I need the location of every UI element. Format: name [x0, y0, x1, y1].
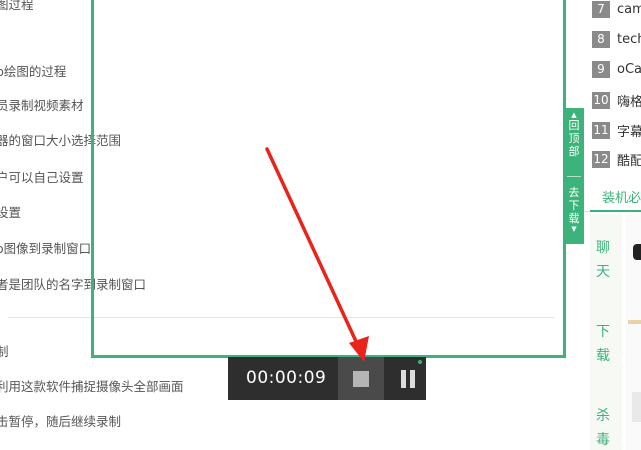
pause-icon: [401, 369, 406, 388]
rank-number: 10: [592, 91, 610, 109]
category-label: 毒: [596, 432, 610, 448]
article-line: 击暂停，随后继续录制: [0, 414, 122, 429]
app-thumbnail[interactable]: [628, 320, 641, 324]
rank-title[interactable]: 酷配: [617, 150, 641, 169]
recording-timer: 00:00:09: [246, 368, 327, 388]
ranking-item[interactable]: 7 cam: [592, 0, 641, 18]
stop-icon: [353, 370, 369, 387]
back-to-top-label: 部: [568, 145, 580, 158]
ranking-item[interactable]: 9 oCa: [592, 60, 641, 78]
article-line: 员录制视频素材: [0, 98, 84, 113]
stop-recording-button[interactable]: [338, 357, 384, 400]
ranking-item[interactable]: 8 tech: [592, 30, 641, 48]
rank-number: 8: [592, 30, 610, 48]
tab-separator: [567, 176, 581, 177]
category-label: 天: [596, 264, 610, 280]
category-label: 载: [596, 348, 610, 364]
category-label: 下: [596, 324, 610, 340]
recording-region-frame[interactable]: [91, 0, 566, 358]
back-to-top-button[interactable]: ▲ 回 顶 部: [564, 111, 584, 158]
status-dot: [418, 360, 422, 364]
category-download[interactable]: 下 载: [596, 320, 612, 368]
rank-number: 11: [592, 121, 610, 139]
category-chat[interactable]: 聊 天: [596, 236, 612, 284]
rank-title[interactable]: tech: [617, 32, 641, 47]
ranking-item[interactable]: 11 字幕: [592, 121, 641, 140]
rank-number: 12: [592, 150, 610, 168]
go-download-label: 去: [568, 186, 580, 199]
app-thumbnail[interactable]: [632, 392, 641, 422]
back-to-top-label: 顶: [568, 132, 580, 145]
article-line: 利用这款软件捕捉摄像头全部画面: [0, 379, 184, 394]
up-arrow-icon: ▲: [571, 111, 577, 119]
article-line: 制: [0, 344, 9, 359]
rank-number: 7: [592, 0, 610, 18]
article-line: 户可以自己设置: [0, 170, 84, 185]
article-line: p绘图的过程: [0, 64, 67, 79]
floating-side-tab: ▲ 回 顶 部 去 下 载 ▼: [564, 108, 584, 244]
rank-title[interactable]: 字幕: [617, 121, 641, 140]
category-label: 聊: [596, 240, 610, 256]
pause-icon: [410, 369, 415, 388]
back-to-top-label: 回: [568, 119, 580, 132]
rank-title[interactable]: 嗨格: [617, 91, 641, 110]
go-download-label: 载: [568, 212, 580, 225]
rank-title[interactable]: oCa: [617, 62, 641, 77]
ranking-item[interactable]: 10 嗨格: [592, 91, 641, 110]
rank-title[interactable]: cam: [617, 2, 641, 17]
category-antivirus[interactable]: 杀 毒: [596, 404, 612, 450]
recording-control-bar: 00:00:09: [228, 357, 426, 400]
section-underline: [590, 210, 641, 212]
app-thumbnail[interactable]: [633, 244, 641, 260]
down-arrow-icon: ▼: [571, 225, 577, 233]
go-download-button[interactable]: 去 下 载 ▼: [564, 186, 584, 233]
article-line: 图过程: [0, 0, 34, 12]
go-download-label: 下: [568, 199, 580, 212]
article-line: o图像到录制窗口: [0, 241, 92, 256]
article-line: 设置: [0, 205, 22, 220]
category-label: 杀: [596, 408, 610, 424]
section-title[interactable]: 装机必: [602, 187, 641, 206]
rank-number: 9: [592, 60, 610, 78]
ranking-item[interactable]: 12 酷配: [592, 150, 641, 169]
